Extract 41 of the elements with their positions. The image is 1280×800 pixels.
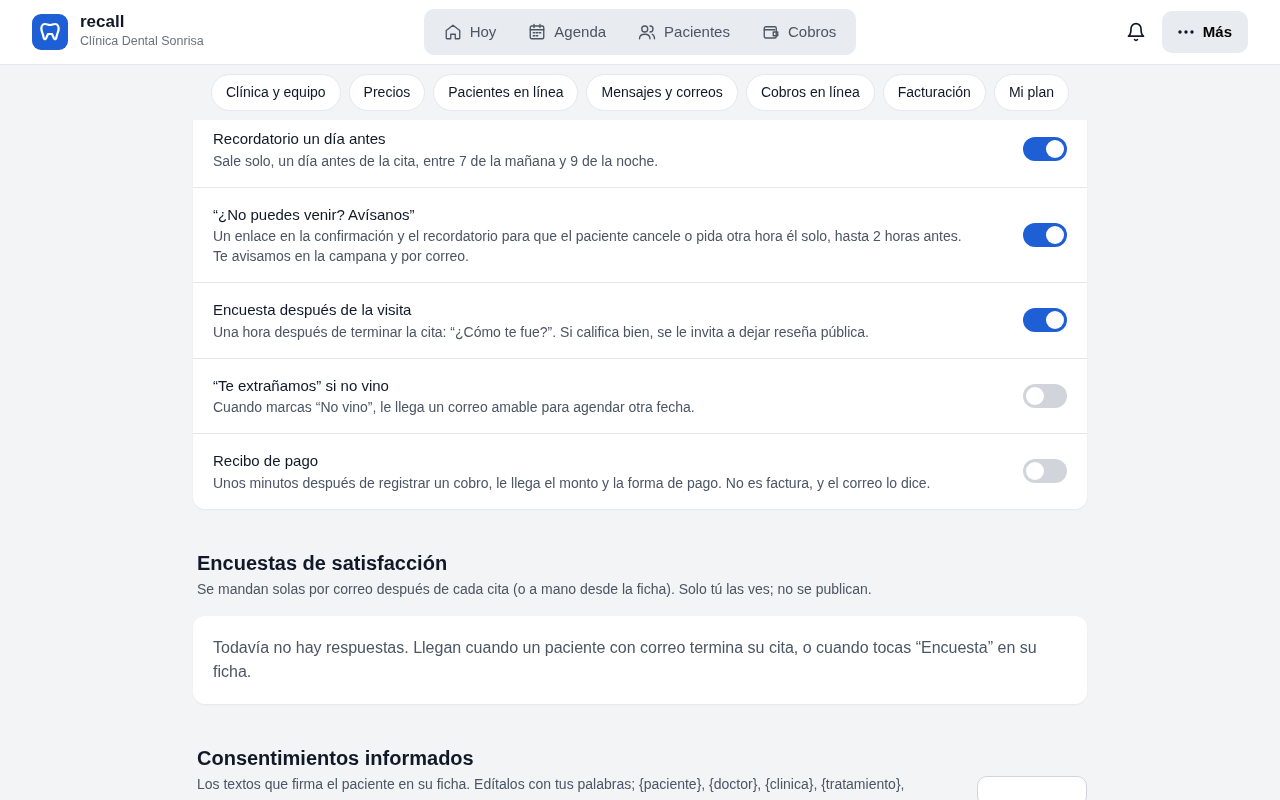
setting-description: Un enlace en la confirmación y el recordatorio para que el paciente cancele o pida otra hora él solo, hasta 2 horas antes. Te avisamos en la campana y por correo. xyxy=(213,227,963,266)
settings-tab[interactable]: Cobros en línea xyxy=(745,74,875,111)
toggle-switch[interactable] xyxy=(1023,137,1067,162)
home-icon xyxy=(443,23,462,41)
setting-title: “Te extrañamos” si no vino xyxy=(213,375,390,396)
toggle-switch[interactable] xyxy=(1023,383,1067,408)
settings-tab[interactable]: Clínica y equipo xyxy=(210,74,341,111)
clinic-name: Clínica Dental Sonrisa xyxy=(80,32,204,50)
toggle-switch[interactable] xyxy=(1023,459,1067,484)
toggle-switch[interactable] xyxy=(1023,308,1067,333)
settings-tab[interactable]: Pacientes en línea xyxy=(433,74,579,111)
people-icon xyxy=(638,23,657,41)
nav-tab[interactable]: Pacientes xyxy=(624,12,744,52)
setting-title: Recordatorio un día antes xyxy=(213,129,387,149)
settings-tab[interactable]: Mensajes y correos xyxy=(586,74,738,111)
section-title: Consentimientos informados xyxy=(197,745,475,770)
settings-tab[interactable]: Precios xyxy=(348,74,426,111)
section-title: Encuestas de satisfacción xyxy=(197,550,449,575)
section-subtitle: Los textos que firma el paciente en su ficha. Edítalos con tus palabras; {paciente}, {doctor}, {clinica}, {tratamiento}, xyxy=(197,774,906,794)
setting-description: Una hora después de terminar la cita: “¿Cómo te fue?”. Si califica bien, se le invita a dejar reseña pública. xyxy=(213,322,870,342)
wallet-icon xyxy=(761,23,780,41)
setting-description: Cuando marcas “No vino”, le llega un correo amable para agendar otra fecha. xyxy=(213,398,696,417)
toggle-switch[interactable] xyxy=(1023,222,1067,247)
nav-tab[interactable]: Cobros xyxy=(747,12,851,52)
settings-tab[interactable]: Mi plan xyxy=(993,74,1069,111)
setting-title: “¿No puedes venir? Avísanos” xyxy=(213,204,416,225)
nav-tab[interactable]: Agenda xyxy=(514,12,621,52)
tooth-logo-icon xyxy=(32,14,68,50)
setting-title: Recibo de pago xyxy=(213,451,320,471)
notification-bell-icon[interactable] xyxy=(1125,22,1146,42)
settings-tab[interactable]: Facturación xyxy=(882,74,986,111)
nav-tab[interactable]: Hoy xyxy=(429,12,511,52)
setting-description: Unos minutos después de registrar un cobro, le llega el monto y la forma de pago. No es factura, y el correo lo dice. xyxy=(213,473,932,493)
empty-message: Todavía no hay respuestas. Llegan cuando un paciente con correo termina su cita, o cuando tocas “Encuesta” en su ficha. xyxy=(193,615,1087,704)
section-subtitle: Se mandan solas por correo después de cada cita (o a mano desde la ficha). Solo tú las ves; no se publican. xyxy=(197,579,873,599)
more-button[interactable]: Más xyxy=(1161,10,1248,54)
setting-description: Sale solo, un día antes de la cita, entre 7 de la mañana y 9 de la noche. xyxy=(213,151,660,171)
setting-title: Encuesta después de la visita xyxy=(213,300,413,320)
brand-name: recall xyxy=(80,13,126,32)
more-dots-icon xyxy=(1177,30,1194,34)
calendar-icon xyxy=(528,23,547,41)
